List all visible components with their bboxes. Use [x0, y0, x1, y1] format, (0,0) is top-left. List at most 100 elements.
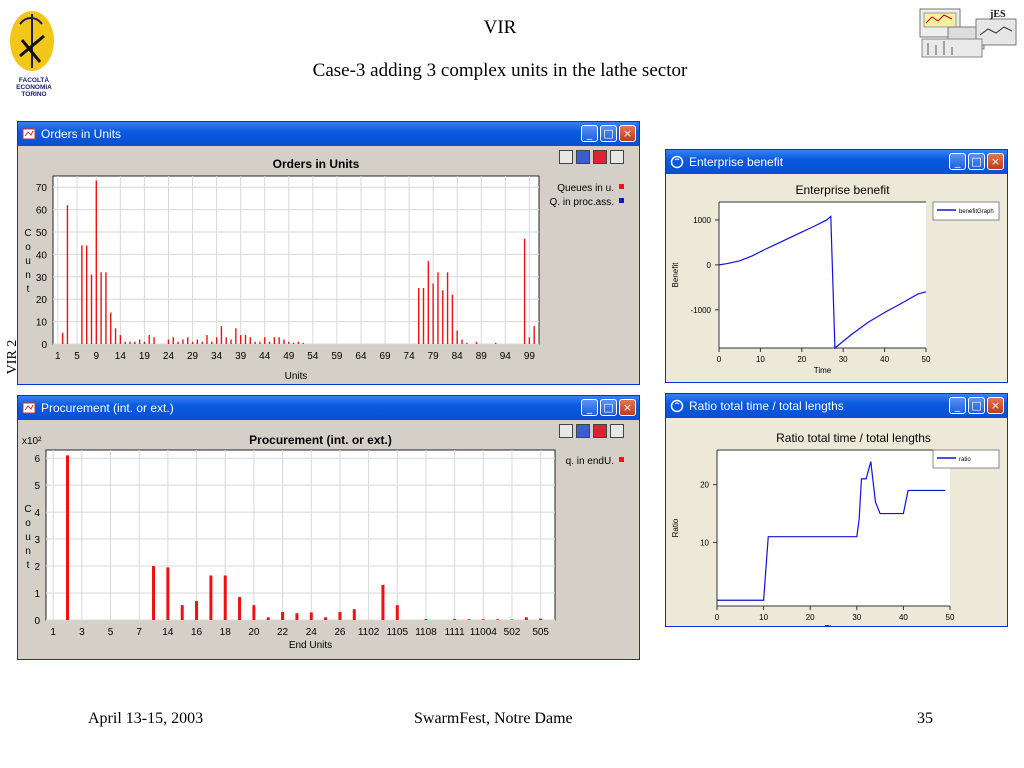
- y-tick-label: 20: [36, 295, 48, 306]
- bar: [309, 612, 313, 620]
- y-axis-label-char: C: [24, 504, 31, 515]
- x-tick-label: 1108: [415, 627, 437, 638]
- y-tick-label: 1: [34, 589, 40, 600]
- window-app-icon: [22, 128, 36, 140]
- bar: [166, 567, 170, 620]
- slide-number: 35: [917, 710, 933, 727]
- orders-window-titlebar[interactable]: Orders in Units: [18, 122, 639, 146]
- x-tick-label: 30: [852, 613, 861, 622]
- x-axis-label: End Units: [289, 640, 332, 651]
- x-tick-label: 94: [500, 351, 512, 362]
- x-tick-label: 1111: [445, 627, 465, 638]
- legend-label: ratio: [959, 457, 971, 463]
- bar: [424, 618, 428, 620]
- procurement-window[interactable]: Procurement (int. or ext.) _ □ × Procure…: [17, 395, 640, 660]
- x-tick-label: 59: [331, 351, 343, 362]
- x-tick-label: 11004: [470, 627, 498, 638]
- bar: [496, 619, 500, 620]
- ratio-window[interactable]: Ratio total time / total lengths _ □ × R…: [665, 393, 1008, 627]
- bar: [195, 601, 199, 620]
- bar: [352, 609, 356, 620]
- close-button[interactable]: ×: [987, 397, 1004, 414]
- x-tick-label: 40: [899, 613, 908, 622]
- x-tick-label: 20: [248, 627, 260, 638]
- bar: [223, 575, 227, 620]
- bar: [238, 597, 242, 620]
- x-tick-label: 50: [922, 355, 931, 364]
- y-axis-label-char: t: [27, 284, 30, 295]
- x-tick-label: 10: [759, 613, 768, 622]
- x-tick-label: 502: [504, 627, 521, 638]
- x-tick-label: 505: [532, 627, 549, 638]
- plot-area: [45, 449, 556, 621]
- x-tick-label: 1105: [387, 627, 409, 638]
- bar: [281, 611, 285, 620]
- x-tick-label: 40: [880, 355, 889, 364]
- y-axis-label-char: u: [25, 532, 31, 543]
- x-tick-label: 20: [797, 355, 806, 364]
- orders-window[interactable]: Orders in Units _ □ × Orders in Units 0 10…: [17, 121, 640, 385]
- jes-corner-logo: jES: [918, 5, 1018, 61]
- minimize-button[interactable]: _: [581, 125, 598, 142]
- minimize-button[interactable]: _: [581, 399, 598, 416]
- maximize-button[interactable]: □: [600, 399, 617, 416]
- maximize-button[interactable]: □: [600, 125, 617, 142]
- maximize-button[interactable]: □: [968, 153, 985, 170]
- x-tick-label: 84: [452, 351, 464, 362]
- y-tick-label: 30: [36, 273, 48, 284]
- y-axis-label-char: o: [25, 518, 31, 529]
- y-axis-label-char: t: [27, 560, 30, 571]
- benefit-window[interactable]: Enterprise benefit _ □ × Enterprise bene…: [665, 149, 1008, 383]
- bar: [66, 455, 70, 620]
- close-button[interactable]: ×: [619, 399, 636, 416]
- y-tick-label: 0: [707, 261, 712, 270]
- chart-title: Enterprise benefit: [795, 183, 890, 197]
- bar: [453, 618, 457, 620]
- maximize-button[interactable]: □: [968, 397, 985, 414]
- x-tick-label: 19: [139, 351, 151, 362]
- y-tick-label: 0: [34, 616, 40, 627]
- close-button[interactable]: ×: [987, 153, 1004, 170]
- legend-swatch: [619, 457, 624, 462]
- x-tick-label: 79: [428, 351, 440, 362]
- x-tick-label: 69: [379, 351, 391, 362]
- x-tick-label: 29: [187, 351, 199, 362]
- ratio-window-title: Ratio total time / total lengths: [689, 399, 844, 413]
- x-tick-label: 1: [50, 627, 56, 638]
- jes-logo-graphic: jES: [919, 8, 1017, 58]
- x-tick-label: 5: [74, 351, 80, 362]
- procurement-window-titlebar[interactable]: Procurement (int. or ext.): [18, 396, 639, 420]
- bar: [338, 611, 342, 620]
- legend-swatch: [619, 184, 624, 189]
- x-tick-label: 0: [717, 355, 722, 364]
- y-axis-label-char: u: [25, 256, 31, 267]
- y-tick-label: 70: [36, 183, 48, 194]
- orders-window-title: Orders in Units: [41, 127, 122, 141]
- chart-title: Ratio total time / total lengths: [776, 431, 931, 445]
- y-axis-label: Benefit: [671, 262, 680, 288]
- y-tick-label: 10: [36, 318, 48, 329]
- y-axis-label-char: o: [25, 242, 31, 253]
- orders-chart: Orders in Units0102030405060701 5 9 14 19 24 2…: [24, 157, 624, 382]
- x-tick-label: 44: [259, 351, 271, 362]
- bar: [510, 619, 514, 620]
- slide-subtitle: Case-3 adding 3 complex units in the lat…: [312, 60, 688, 81]
- chart-title: Procurement (int. or ext.): [249, 433, 392, 447]
- minimize-button[interactable]: _: [949, 397, 966, 414]
- x-tick-label: 14: [115, 351, 127, 362]
- y-tick-label: 5: [34, 481, 40, 492]
- bar: [252, 605, 256, 620]
- x-tick-label: 22: [277, 627, 289, 638]
- x-tick-label: 9: [94, 351, 100, 362]
- y-axis-label-char: n: [25, 270, 31, 281]
- x-tick-label: 64: [355, 351, 367, 362]
- minimize-button[interactable]: _: [949, 153, 966, 170]
- legend-swatch: [619, 198, 624, 203]
- x-tick-label: 54: [307, 351, 319, 362]
- plot-area: [717, 450, 950, 606]
- logo-line-2: ECONOMIA: [16, 84, 52, 91]
- close-button[interactable]: ×: [619, 125, 636, 142]
- x-tick-label: 74: [404, 351, 416, 362]
- x-tick-label: 1: [55, 351, 61, 362]
- x-tick-label: 99: [524, 351, 536, 362]
